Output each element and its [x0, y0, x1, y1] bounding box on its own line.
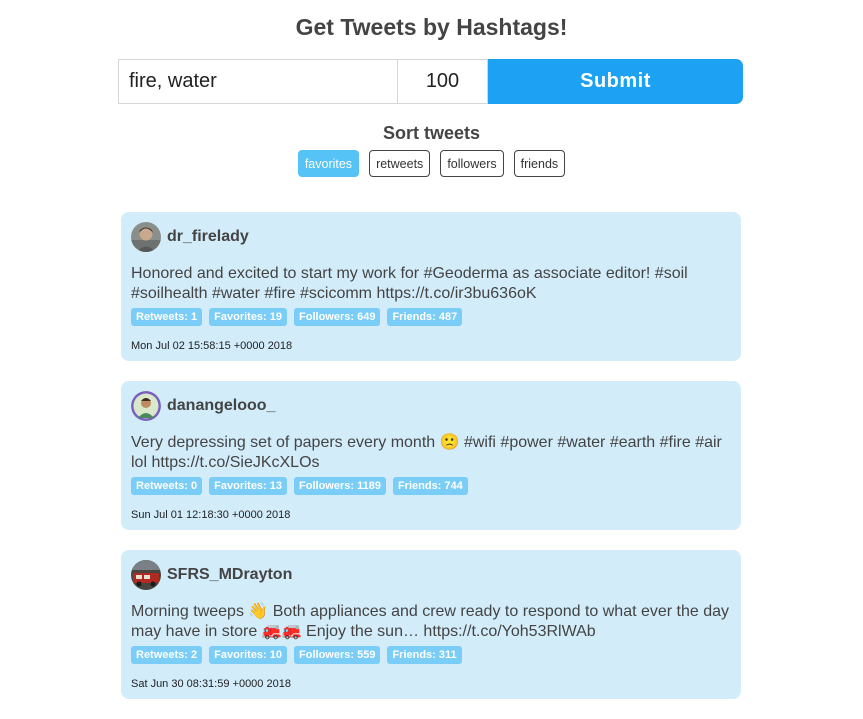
user-avatar-photo-icon[interactable]: [131, 560, 161, 590]
tweet-username[interactable]: danangelooo_: [167, 397, 275, 415]
retweets-badge: Retweets: 0: [131, 477, 203, 495]
favorites-badge: Favorites: 13: [209, 477, 288, 495]
tweet-date: Sat Jun 30 08:31:59 +0000 2018: [131, 678, 291, 690]
tweet-text: Honored and excited to start my work for…: [131, 265, 688, 302]
friends-badge: Friends: 487: [387, 308, 463, 326]
tweet-date: Mon Jul 02 15:58:15 +0000 2018: [131, 340, 293, 352]
search-form: Submit: [118, 59, 743, 104]
friends-badge: Friends: 744: [392, 477, 468, 495]
tweet-feed: dr_firelady Honored and excited to start…: [121, 212, 741, 719]
sort-options: favorites retweets followers friends: [0, 150, 863, 177]
sort-favorites-button[interactable]: favorites: [297, 150, 360, 177]
submit-button[interactable]: Submit: [488, 59, 743, 104]
sort-followers-button[interactable]: followers: [440, 150, 504, 177]
followers-badge: Followers: 559: [294, 646, 381, 664]
tweet-date: Sun Jul 01 12:18:30 +0000 2018: [131, 509, 291, 521]
sort-retweets-button[interactable]: retweets: [369, 150, 431, 177]
favorites-badge: Favorites: 19: [209, 308, 288, 326]
user-avatar-photo-icon[interactable]: [131, 222, 161, 252]
retweets-badge: Retweets: 1: [131, 308, 203, 326]
tweet-card: danangelooo_ Very depressing set of pape…: [121, 381, 741, 530]
tweet-username[interactable]: SFRS_MDrayton: [167, 566, 292, 584]
followers-badge: Followers: 1189: [294, 477, 386, 495]
tweet-stats: Retweets: 1 Favorites: 19 Followers: 649…: [131, 308, 731, 326]
tweet-text: Very depressing set of papers every mont…: [131, 434, 722, 471]
favorites-badge: Favorites: 10: [209, 646, 288, 664]
followers-badge: Followers: 649: [294, 308, 381, 326]
tweet-stats: Retweets: 2 Favorites: 10 Followers: 559…: [131, 646, 731, 664]
tweet-card: dr_firelady Honored and excited to start…: [121, 212, 741, 361]
tweet-card: SFRS_MDrayton Morning tweeps 👋 Both appl…: [121, 550, 741, 699]
tweet-text: Morning tweeps 👋 Both appliances and cre…: [131, 603, 730, 640]
tweet-count-input[interactable]: [397, 59, 488, 104]
tweet-header: danangelooo_: [131, 391, 731, 421]
hashtags-input[interactable]: [118, 59, 397, 104]
page-title: Get Tweets by Hashtags!: [295, 14, 568, 40]
tweet-stats: Retweets: 0 Favorites: 13 Followers: 118…: [131, 477, 731, 495]
sort-title: Sort tweets: [382, 123, 481, 143]
friends-badge: Friends: 311: [387, 646, 462, 664]
tweet-header: SFRS_MDrayton: [131, 560, 731, 590]
tweet-username[interactable]: dr_firelady: [167, 228, 249, 246]
retweets-badge: Retweets: 2: [131, 646, 203, 664]
sort-friends-button[interactable]: friends: [513, 150, 566, 177]
tweet-header: dr_firelady: [131, 222, 731, 252]
user-avatar-photo-icon[interactable]: [131, 391, 161, 421]
